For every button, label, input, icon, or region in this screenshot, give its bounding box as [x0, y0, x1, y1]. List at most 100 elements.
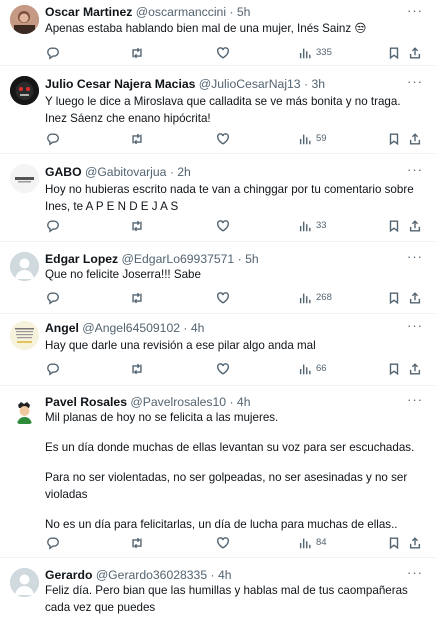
like-button[interactable]: [216, 44, 230, 61]
separator: ·: [237, 252, 242, 266]
tweet-actions: 84: [40, 534, 426, 551]
share-button[interactable]: [408, 44, 422, 61]
tweet-header: Angel @Angel64509102 · 4h: [45, 320, 406, 337]
timestamp[interactable]: 4h: [191, 321, 205, 335]
avatar[interactable]: [10, 76, 39, 105]
timestamp[interactable]: 4h: [237, 395, 251, 409]
avatar[interactable]: [10, 164, 39, 193]
bookmark-button[interactable]: [387, 534, 401, 551]
author-handle[interactable]: @Gabitovarjua: [85, 165, 166, 179]
author-handle[interactable]: @EdgarLo69937571: [122, 252, 235, 266]
tweet[interactable]: Gerardo @Gerardo36028335 · 4h ··· Feliz …: [0, 558, 436, 620]
separator: ·: [303, 77, 309, 91]
tweet-paragraph: Mil planas de hoy no se felicita a las m…: [45, 411, 279, 424]
like-button[interactable]: [216, 360, 230, 377]
tweet-text: Mil planas de hoy no se felicita a las m…: [45, 409, 424, 533]
tweet[interactable]: Edgar Lopez @EdgarLo69937571 · 5h ··· Qu…: [0, 242, 436, 314]
reply-button[interactable]: [46, 360, 60, 377]
author-name[interactable]: Pavel Rosales: [45, 395, 127, 409]
timestamp[interactable]: 4h: [218, 568, 232, 582]
tweet-paragraph: Hay que darle una revisión a ese pilar a…: [45, 339, 316, 352]
retweet-icon: [132, 220, 142, 231]
share-button[interactable]: [408, 217, 422, 234]
retweet-button[interactable]: [130, 217, 144, 234]
retweet-icon: [132, 363, 142, 374]
author-name[interactable]: Julio Cesar Najera Macias: [45, 77, 195, 91]
bookmark-icon: [389, 536, 399, 549]
reply-button[interactable]: [46, 130, 60, 147]
tweet[interactable]: Julio Cesar Najera Macias @JulioCesarNaj…: [0, 66, 436, 154]
author-name[interactable]: Gerardo: [45, 568, 92, 582]
tweet[interactable]: Angel @Angel64509102 · 4h ··· Hay que da…: [0, 314, 436, 386]
view-count: 84: [316, 537, 327, 548]
retweet-button[interactable]: [130, 44, 144, 61]
more-options-icon[interactable]: ···: [406, 319, 424, 337]
author-name[interactable]: Angel: [45, 321, 79, 335]
retweet-icon: [132, 537, 142, 548]
retweet-button[interactable]: [130, 130, 144, 147]
retweet-icon: [132, 292, 142, 303]
views-button[interactable]: 33: [298, 217, 327, 234]
separator: ·: [210, 568, 215, 582]
like-button[interactable]: [216, 289, 230, 306]
heart-icon: [217, 362, 229, 375]
tweet[interactable]: Pavel Rosales @Pavelrosales10 · 4h ··· M…: [0, 386, 436, 558]
more-options-icon[interactable]: ···: [406, 75, 424, 93]
share-icon: [409, 291, 421, 304]
reply-button[interactable]: [46, 44, 60, 61]
retweet-button[interactable]: [130, 534, 144, 551]
tweet[interactable]: GABO @Gabitovarjua · 2h ··· Hoy no hubie…: [0, 154, 436, 242]
timestamp[interactable]: 5h: [237, 5, 251, 19]
reply-button[interactable]: [46, 289, 60, 306]
bookmark-button[interactable]: [387, 44, 401, 61]
timestamp[interactable]: 3h: [311, 77, 325, 91]
like-button[interactable]: [216, 130, 230, 147]
author-handle[interactable]: @Pavelrosales10: [130, 395, 226, 409]
author-name[interactable]: GABO: [45, 165, 82, 179]
views-button[interactable]: 335: [298, 44, 332, 61]
avatar[interactable]: [10, 568, 39, 597]
tweet-paragraph: Que no felicite Joserra!!! Sabe: [45, 268, 201, 281]
author-name[interactable]: Edgar Lopez: [45, 252, 118, 266]
bookmark-button[interactable]: [387, 289, 401, 306]
bookmark-button[interactable]: [387, 217, 401, 234]
author-name[interactable]: Oscar Martinez: [45, 5, 132, 19]
avatar[interactable]: [10, 396, 39, 425]
bar-chart-icon: [299, 48, 311, 58]
views-button[interactable]: 84: [298, 534, 327, 551]
timestamp[interactable]: 5h: [245, 252, 259, 266]
bookmark-button[interactable]: [387, 360, 401, 377]
reply-button[interactable]: [46, 217, 60, 234]
author-handle[interactable]: @oscarmanccini: [136, 5, 226, 19]
share-button[interactable]: [408, 130, 422, 147]
author-handle[interactable]: @Gerardo36028335: [96, 568, 207, 582]
share-button[interactable]: [408, 289, 422, 306]
avatar[interactable]: [10, 252, 39, 281]
like-button[interactable]: [216, 534, 230, 551]
view-count: 33: [316, 220, 327, 231]
tweet[interactable]: Oscar Martinez @oscarmanccini · 5h ··· A…: [0, 0, 436, 66]
tweet-header: Julio Cesar Najera Macias @JulioCesarNaj…: [45, 76, 406, 93]
avatar[interactable]: [10, 5, 39, 34]
tweet-paragraph: Para no ser violentadas, no ser golpeada…: [45, 471, 408, 501]
views-button[interactable]: 66: [298, 360, 327, 377]
timestamp[interactable]: 2h: [177, 165, 191, 179]
retweet-button[interactable]: [130, 360, 144, 377]
views-button[interactable]: 268: [298, 289, 332, 306]
like-button[interactable]: [216, 217, 230, 234]
author-handle[interactable]: @JulioCesarNaj13: [199, 77, 301, 91]
share-button[interactable]: [408, 360, 422, 377]
share-icon: [409, 219, 421, 232]
retweet-button[interactable]: [130, 289, 144, 306]
reply-icon: [47, 291, 59, 305]
author-handle[interactable]: @Angel64509102: [82, 321, 180, 335]
share-button[interactable]: [408, 534, 422, 551]
more-options-icon[interactable]: ···: [406, 163, 424, 181]
avatar[interactable]: [10, 321, 39, 350]
bookmark-icon: [389, 132, 399, 145]
bookmark-button[interactable]: [387, 130, 401, 147]
views-button[interactable]: 59: [298, 130, 327, 147]
reply-button[interactable]: [46, 534, 60, 551]
bar-chart-icon: [299, 293, 311, 303]
bar-chart-icon: [299, 538, 311, 548]
